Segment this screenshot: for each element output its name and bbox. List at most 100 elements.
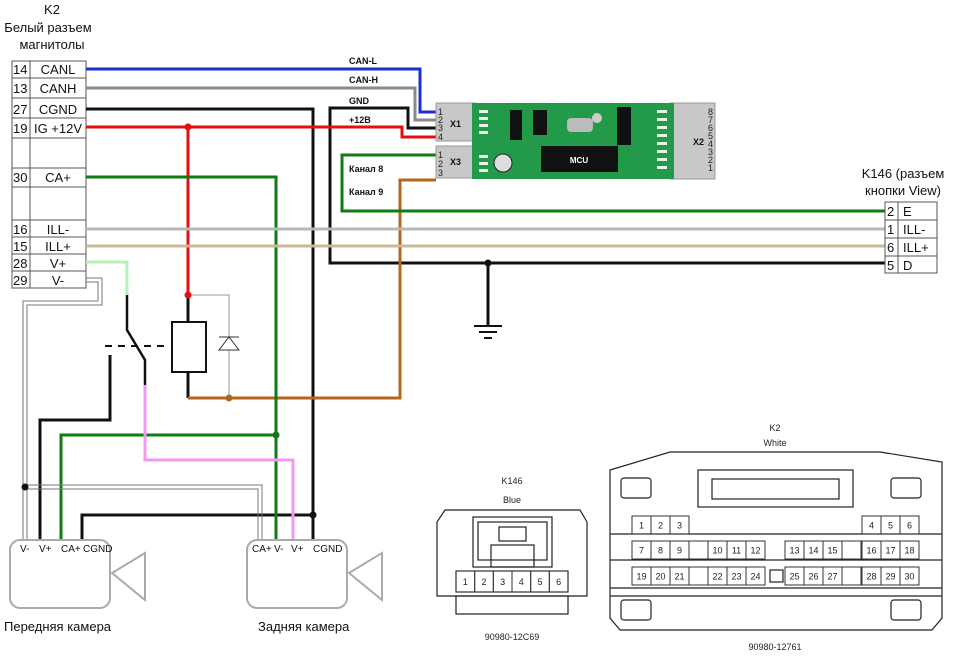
k2-pin-name: V-: [52, 273, 64, 288]
wire-12v: [86, 125, 436, 139]
k146-title-2: кнопки View): [865, 183, 941, 198]
k2-pin-name: CGND: [39, 102, 77, 117]
wire-cgnd-front: [80, 513, 313, 540]
wire-v-minus: [22, 277, 263, 540]
k2-pin-number: 4: [869, 521, 874, 531]
k146-pin-number: 4: [519, 577, 524, 587]
front-camera-pin-label: CA+: [61, 544, 81, 555]
k146-pin-name: E: [903, 204, 912, 219]
k2-pin-number: 11: [732, 546, 741, 556]
relay-coil: [171, 321, 207, 373]
k2-pin-number: 28: [866, 572, 876, 582]
k2-pin-number: 24: [750, 572, 760, 582]
x1-pin-number: 4: [438, 132, 443, 142]
k2-pin-number: 20: [655, 572, 665, 582]
wire-switch-in: [125, 295, 147, 385]
label-channel9: Канал 9: [349, 187, 383, 197]
label-12v: +12В: [349, 115, 371, 125]
x3-pin-number: 3: [438, 168, 443, 178]
k146-pin-number: 5: [537, 577, 542, 587]
label-can-h: CAN-H: [349, 75, 378, 85]
k2-pin-number: 16: [13, 222, 27, 237]
x2-pin-number: 1: [708, 163, 713, 173]
k146-pin-number: 3: [500, 577, 505, 587]
rear-camera-pin-label: CA+: [252, 544, 272, 555]
k2-pin-number: 9: [677, 546, 682, 556]
wiring-diagram: K2 Белый разъем магнитолы 14 CANL 13 CANH 27…: [0, 0, 960, 656]
k146-pin-name: ILL-: [903, 222, 925, 237]
rear-camera-pin-label: V+: [291, 544, 304, 555]
k2-pin-number: 22: [712, 572, 722, 582]
k2-pin-number: 14: [808, 546, 818, 556]
wire-switched-rear: [143, 385, 295, 540]
k2-pin-number: 30: [904, 572, 914, 582]
k2-pin-name: CANL: [41, 62, 76, 77]
k146-connector-color: Blue: [503, 495, 521, 505]
label-gnd: GND: [349, 96, 370, 106]
k2-pin-name: ILL-: [47, 222, 69, 237]
front-camera-pin-label: V+: [39, 544, 52, 555]
k2-pin-number: 27: [827, 572, 837, 582]
k2-pin-number: 15: [13, 239, 27, 254]
wire-can-l: [86, 67, 436, 114]
k2-pin-name: CA+: [45, 170, 71, 185]
diagram-canvas: K2 Белый разъем магнитолы 14 CANL13 CANH27…: [4, 2, 945, 652]
k2-pin-number: 18: [904, 546, 914, 556]
wire-ca-plus-front: [59, 433, 276, 540]
k2-pin-name: ILL+: [45, 239, 71, 254]
k2-pin-number: 17: [885, 546, 895, 556]
k146-pin-name: D: [903, 258, 912, 273]
front-camera-pin-label: V-: [20, 544, 29, 555]
k2-pin-number: 16: [866, 546, 876, 556]
k2-pin-number: 15: [827, 546, 837, 556]
ground-icon: [474, 325, 502, 339]
label-channel8: Канал 8: [349, 164, 383, 174]
k2-pin-number: 29: [13, 273, 27, 288]
k2-pin-number: 12: [750, 546, 760, 556]
mcu-label: MCU: [570, 156, 588, 165]
k146-pin-number: 6: [887, 240, 894, 255]
k2-pin-number: 3: [677, 521, 682, 531]
k2-pin-number: 8: [658, 546, 663, 556]
k2-connector-color: White: [763, 438, 786, 448]
k2-pin-number: 14: [13, 62, 27, 77]
x2-label: X2: [693, 137, 704, 147]
x1-label: X1: [450, 119, 461, 129]
rear-camera-pin-label: CGND: [313, 544, 342, 555]
k2-empty-cell: [688, 540, 709, 560]
k2-subtitle-1: Белый разъем: [4, 20, 91, 35]
k2-pin-number: 1: [639, 521, 644, 531]
front-camera-pin-label: CGND: [83, 544, 112, 555]
wire-switched-front: [38, 355, 112, 540]
k2-connector-title: K2: [769, 423, 780, 433]
k2-title: K2: [44, 2, 60, 17]
k2-pin-number: 19: [636, 572, 646, 582]
label-can-l: CAN-L: [349, 56, 377, 66]
x3-label: X3: [450, 157, 461, 167]
k2-pin-number: 30: [13, 170, 27, 185]
k2-pin-name: IG +12V: [34, 121, 82, 136]
k146-part-number: 90980-12C69: [485, 632, 540, 642]
rear-camera-pin-label: V-: [274, 544, 283, 555]
k2-pin-number: 2: [658, 521, 663, 531]
k2-empty-cell: [688, 566, 709, 586]
k2-pin-number: 28: [13, 256, 27, 271]
k2-part-number: 90980-12761: [748, 642, 801, 652]
k146-pin-number: 2: [887, 204, 894, 219]
k2-pin-number: 21: [674, 572, 684, 582]
k146-pin-name: ILL+: [903, 240, 929, 255]
k146-pin-number: 1: [887, 222, 894, 237]
k146-title-1: K146 (разъем: [862, 166, 945, 181]
k2-empty-cell: [841, 540, 862, 560]
wire-can-h: [86, 86, 436, 122]
k2-empty-cell: [841, 566, 862, 586]
k2-pin-number: 23: [731, 572, 741, 582]
front-camera-label: Передняя камера: [4, 619, 112, 634]
k2-pin-name: CANH: [40, 81, 77, 96]
k2-pin-number: 29: [885, 572, 895, 582]
k2-pin-number: 19: [13, 121, 27, 136]
k146-pin-number: 5: [887, 258, 894, 273]
k2-pin-number: 26: [808, 572, 818, 582]
k146-connector: [436, 509, 588, 615]
rear-camera-label: Задняя камера: [258, 619, 350, 634]
